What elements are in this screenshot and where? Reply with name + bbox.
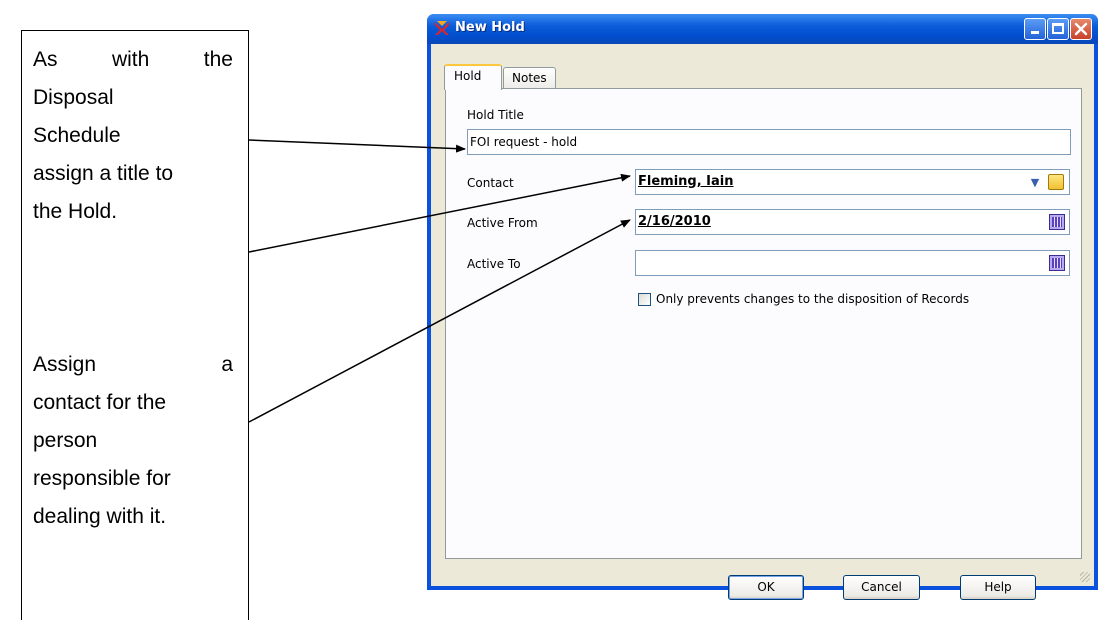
callout-arrows: [248, 139, 631, 423]
arrow-to-contact: [248, 173, 631, 253]
arrow-to-active-from: [248, 219, 631, 423]
arrow-to-hold-title: [248, 139, 466, 153]
tab-hold[interactable]: Hold: [444, 64, 502, 90]
